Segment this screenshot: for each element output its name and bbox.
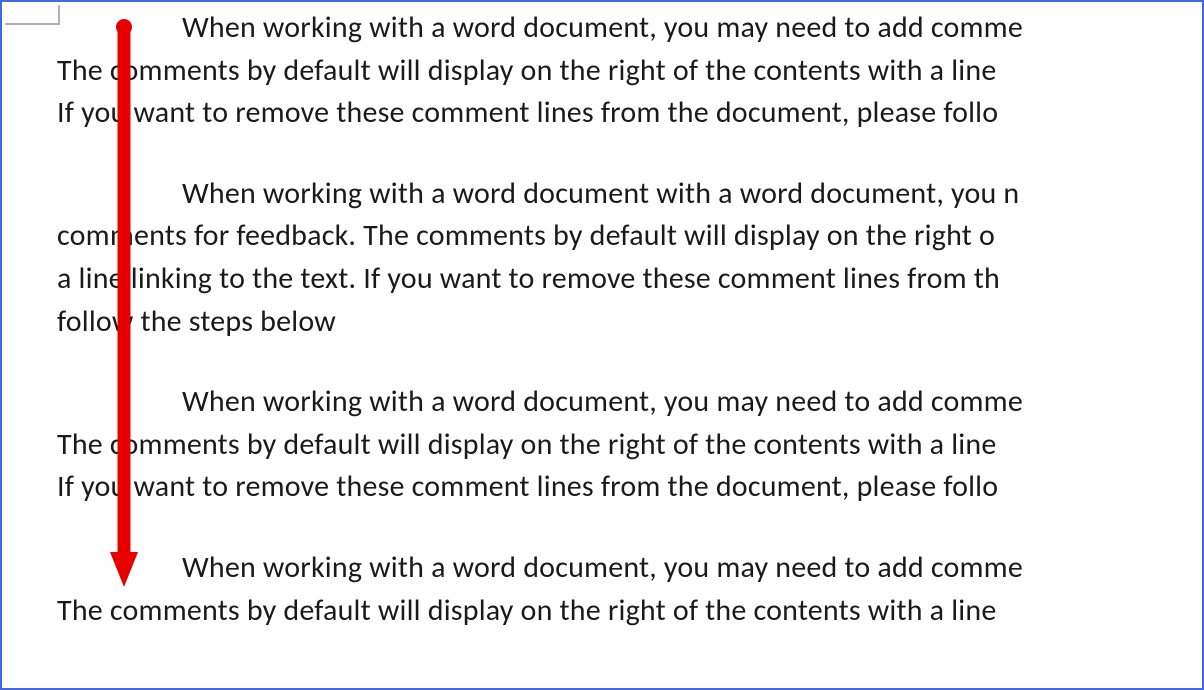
text-line: When working with a word document, you m… bbox=[57, 381, 1202, 424]
paragraph-4: When working with a word document, you m… bbox=[57, 547, 1202, 632]
text-line: The comments by default will display on … bbox=[57, 50, 1202, 93]
paragraph-2: When working with a word document with a… bbox=[57, 173, 1202, 343]
text-line: follow the steps below bbox=[57, 301, 1202, 344]
text-line: When working with a word document, you m… bbox=[57, 7, 1202, 50]
text-line: If you want to remove these comment line… bbox=[57, 466, 1202, 509]
paragraph-3: When working with a word document, you m… bbox=[57, 381, 1202, 509]
text-line: If you want to remove these comment line… bbox=[57, 92, 1202, 135]
document-body[interactable]: When working with a word document, you m… bbox=[57, 7, 1202, 670]
text-line: a line linking to the text. If you want … bbox=[57, 258, 1202, 301]
page-margin-marker bbox=[5, 5, 60, 25]
text-line: When working with a word document with a… bbox=[57, 173, 1202, 216]
paragraph-1: When working with a word document, you m… bbox=[57, 7, 1202, 135]
text-line: The comments by default will display on … bbox=[57, 424, 1202, 467]
text-line: comments for feedback. The comments by d… bbox=[57, 215, 1202, 258]
text-line: The comments by default will display on … bbox=[57, 590, 1202, 633]
text-line: When working with a word document, you m… bbox=[57, 547, 1202, 590]
